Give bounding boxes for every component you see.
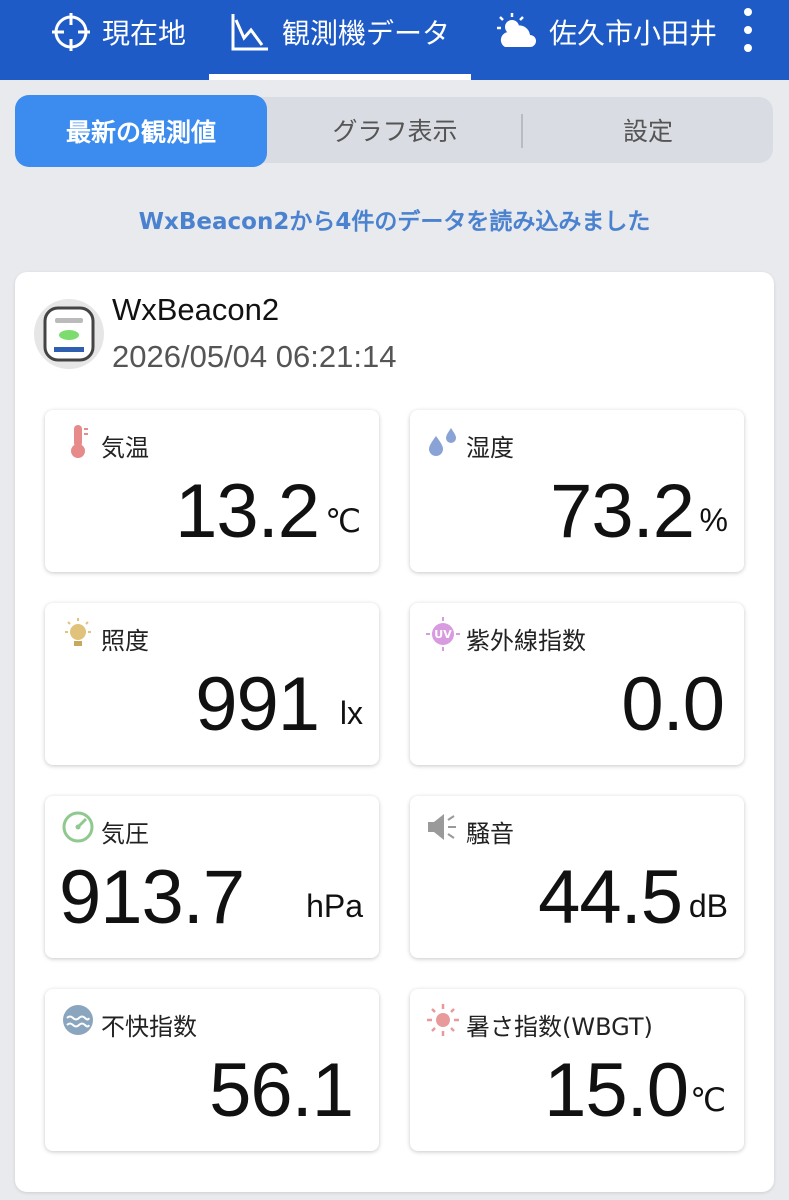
reading-tile-humidity[interactable]: 湿度 73.2 % <box>410 410 744 572</box>
reading-tile-noise[interactable]: 騒音 44.5 dB <box>410 796 744 958</box>
reading-unit: hPa <box>306 888 363 924</box>
reading-tile-illuminance[interactable]: 照度 991 lx <box>45 603 379 765</box>
reading-value: 991 <box>195 662 320 747</box>
reading-value: 0.0 <box>621 662 725 747</box>
crosshair-icon <box>52 13 90 51</box>
top-app-bar: 現在地 観測機データ 佐久市小田井 <box>0 0 789 80</box>
reading-tile-pressure[interactable]: 気圧 913.7 hPa <box>45 796 379 958</box>
segment-graph[interactable]: グラフ表示 <box>267 97 523 163</box>
reading-label: 照度 <box>101 627 149 655</box>
megaphone-icon <box>426 810 460 844</box>
reading-label: 気温 <box>101 434 149 462</box>
lightbulb-icon <box>61 617 95 651</box>
active-tab-indicator <box>209 74 471 80</box>
device-card: WxBeacon2 2026/05/04 06:21:14 気温 13.2 ℃ … <box>15 272 774 1192</box>
reading-label: 不快指数 <box>101 1013 197 1041</box>
reading-unit: ℃ <box>690 1082 726 1118</box>
reading-unit: dB <box>688 888 728 924</box>
tab-current-location[interactable]: 現在地 <box>52 0 202 72</box>
reading-value: 13.2 <box>175 469 320 554</box>
view-segmented-control: 最新の観測値 グラフ表示 設定 <box>15 95 773 167</box>
device-name: WxBeacon2 <box>112 292 280 327</box>
uv-icon: UV <box>426 617 460 651</box>
reading-label: 紫外線指数 <box>466 627 586 655</box>
device-timestamp: 2026/05/04 06:21:14 <box>112 339 397 374</box>
reading-tile-wbgt[interactable]: 暑さ指数(WBGT) 15.0 ℃ <box>410 989 744 1151</box>
reading-value: 15.0 <box>544 1048 689 1133</box>
device-icon <box>34 299 104 369</box>
reading-label: 騒音 <box>466 820 514 848</box>
segment-settings[interactable]: 設定 <box>523 97 773 163</box>
discomfort-icon <box>61 1003 95 1037</box>
reading-label: 気圧 <box>101 820 149 848</box>
droplets-icon <box>426 424 460 458</box>
tab-label: 現在地 <box>102 17 187 50</box>
tab-city[interactable]: 佐久市小田井 <box>495 0 725 72</box>
thermometer-icon <box>61 424 95 458</box>
partly-cloudy-icon <box>495 13 537 51</box>
reading-label: 暑さ指数(WBGT) <box>466 1013 653 1041</box>
svg-text:UV: UV <box>434 628 452 641</box>
reading-tile-temperature[interactable]: 気温 13.2 ℃ <box>45 410 379 572</box>
reading-value: 44.5 <box>538 855 683 940</box>
tab-label: 佐久市小田井 <box>549 17 718 50</box>
reading-tile-discomfort-index[interactable]: 不快指数 56.1 <box>45 989 379 1151</box>
tab-observation-data[interactable]: 観測機データ <box>210 0 470 72</box>
chart-icon <box>230 12 270 52</box>
reading-tile-uv-index[interactable]: UV 紫外線指数 0.0 <box>410 603 744 765</box>
gauge-icon <box>61 810 95 844</box>
segment-latest[interactable]: 最新の観測値 <box>15 95 267 167</box>
reading-value: 73.2 <box>550 469 695 554</box>
tab-label: 観測機データ <box>281 17 450 50</box>
reading-value: 56.1 <box>209 1048 354 1133</box>
more-vert-icon[interactable] <box>736 8 760 52</box>
reading-value: 913.7 <box>59 855 245 940</box>
status-message: WxBeacon2から4件のデータを読み込みました <box>138 209 651 235</box>
reading-label: 湿度 <box>466 434 514 462</box>
sun-icon <box>426 1003 460 1037</box>
reading-unit: % <box>699 502 728 538</box>
reading-unit: lx <box>339 695 363 731</box>
reading-unit: ℃ <box>325 503 361 539</box>
